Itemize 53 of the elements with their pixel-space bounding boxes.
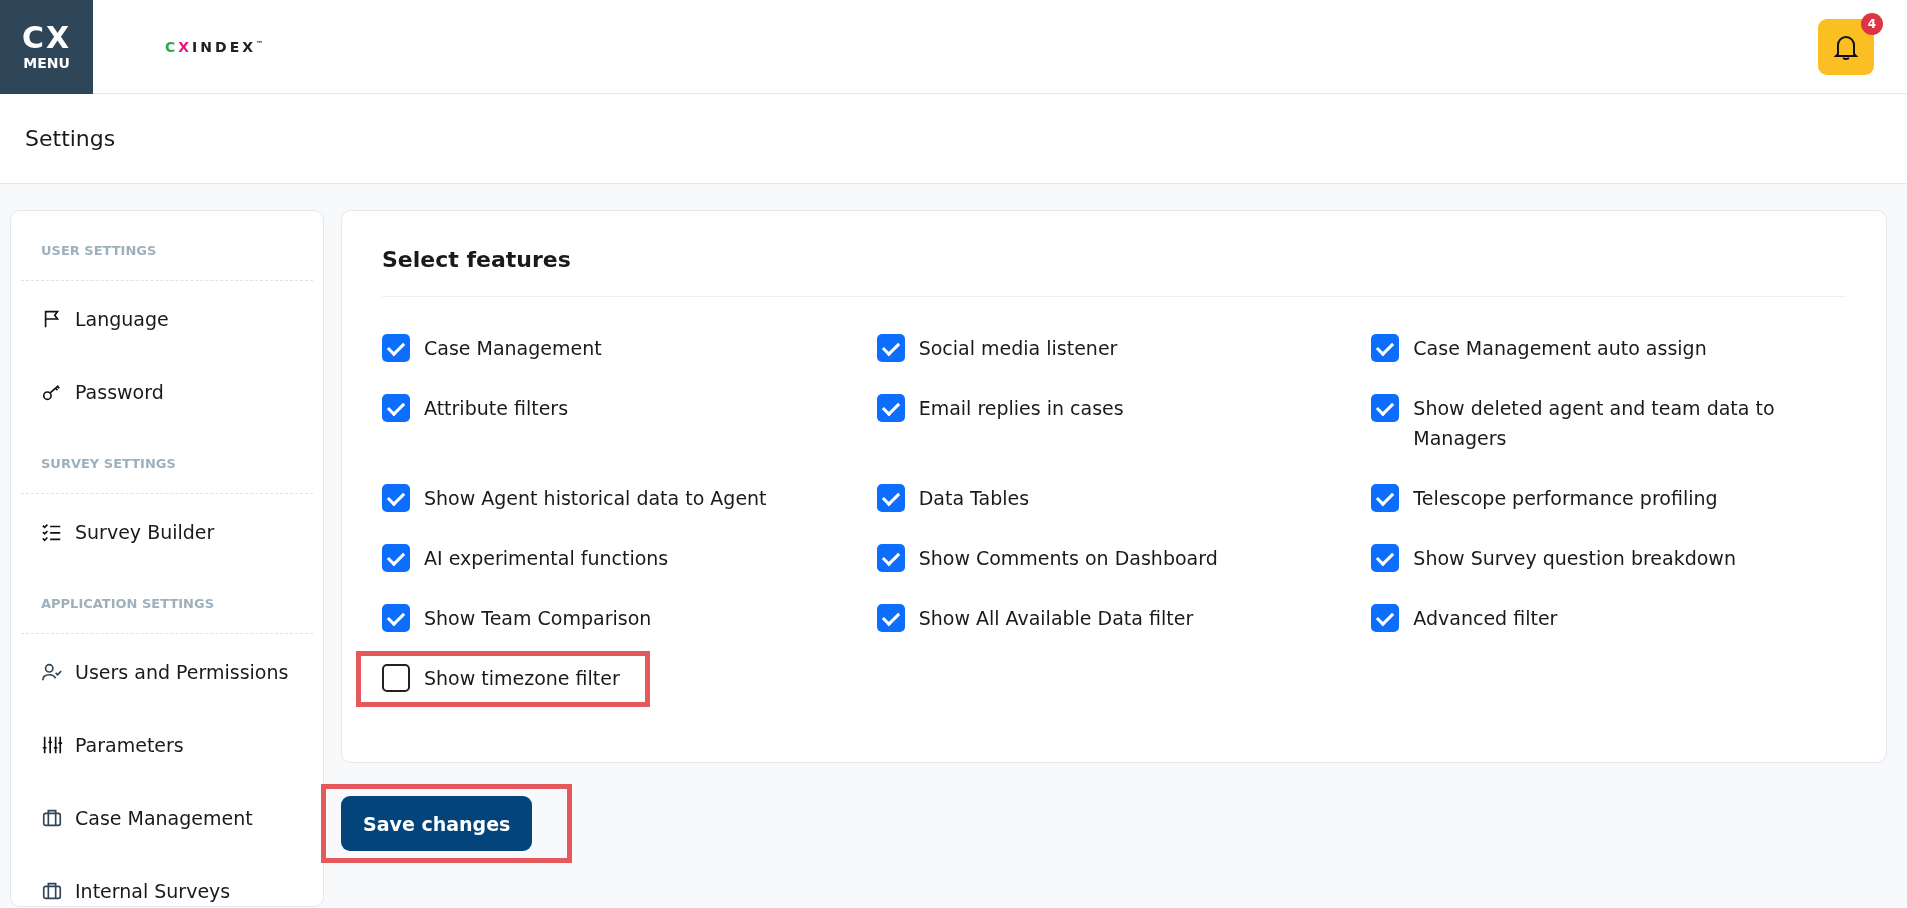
checkbox-label: Case Management bbox=[424, 336, 602, 361]
checkbox[interactable] bbox=[382, 604, 410, 632]
checkbox[interactable] bbox=[876, 394, 905, 422]
checkbox-label: Show Survey question breakdown bbox=[1413, 546, 1736, 571]
checkbox-label: Show All Available Data filter bbox=[918, 606, 1194, 631]
checkbox-label: Data Tables bbox=[918, 486, 1030, 511]
checkbox-label: Show deleted agent and team data to Managers bbox=[1413, 396, 1776, 451]
sidebar-item[interactable]: Case Management bbox=[21, 783, 313, 853]
checkbox-label: Email replies in cases bbox=[918, 396, 1124, 421]
page-title: Settings bbox=[25, 126, 116, 151]
checkbox-label: Advanced filter bbox=[1413, 606, 1558, 631]
user-check-icon bbox=[41, 661, 63, 683]
checkbox-label: Show Team Comparison bbox=[424, 606, 652, 631]
card-title: Select features bbox=[382, 247, 1846, 297]
checkbox-label: Telescope performance profiling bbox=[1413, 486, 1718, 511]
checkbox[interactable] bbox=[876, 334, 905, 362]
checkbox[interactable] bbox=[382, 544, 410, 572]
save-button[interactable]: Save changes bbox=[341, 796, 533, 851]
checkbox[interactable] bbox=[1371, 334, 1400, 362]
sliders-icon bbox=[41, 734, 63, 756]
checkbox[interactable] bbox=[876, 604, 905, 632]
menu-button[interactable]: CX MENU bbox=[0, 0, 93, 94]
checkbox[interactable] bbox=[382, 664, 410, 692]
checkbox-label: Show Comments on Dashboard bbox=[918, 546, 1218, 571]
checkbox-label: Attribute filters bbox=[424, 396, 569, 421]
section-heading: USER SETTINGS bbox=[21, 211, 313, 281]
briefcase-icon bbox=[41, 807, 63, 829]
notification-count-badge: 4 bbox=[1861, 12, 1883, 35]
briefcase-icon bbox=[41, 880, 63, 902]
checkbox-label: Social media listener bbox=[918, 336, 1118, 361]
sidebar-item[interactable]: Language bbox=[21, 284, 313, 354]
checkbox[interactable] bbox=[1371, 604, 1400, 632]
sidebar-item[interactable]: Parameters bbox=[21, 710, 313, 780]
sidebar-item[interactable]: Survey Builder bbox=[21, 497, 313, 567]
checkbox-label: Show Agent historical data to Agent bbox=[424, 486, 767, 511]
notifications-button[interactable] bbox=[1818, 18, 1874, 75]
checkbox-label: Case Management auto assign bbox=[1413, 336, 1707, 361]
sidebar-item[interactable]: Internal Surveys bbox=[21, 856, 313, 906]
checkbox[interactable] bbox=[1371, 544, 1400, 572]
checkbox[interactable] bbox=[876, 484, 905, 512]
checkbox[interactable] bbox=[382, 484, 410, 512]
checkbox[interactable] bbox=[1371, 484, 1400, 512]
sidebar-item[interactable]: Users and Permissions bbox=[21, 637, 313, 707]
checklist-icon bbox=[41, 521, 63, 543]
section-heading: APPLICATION SETTINGS bbox=[21, 567, 313, 634]
checkbox[interactable] bbox=[1371, 394, 1400, 422]
checkbox-label: AI experimental functions bbox=[424, 546, 669, 571]
checkbox-label: Show timezone filter bbox=[424, 666, 620, 691]
sidebar-item[interactable]: Password bbox=[21, 357, 313, 427]
checkbox[interactable] bbox=[876, 544, 905, 572]
checkbox[interactable] bbox=[382, 334, 410, 362]
section-heading: SURVEY SETTINGS bbox=[21, 427, 313, 494]
checkbox[interactable] bbox=[382, 394, 410, 422]
